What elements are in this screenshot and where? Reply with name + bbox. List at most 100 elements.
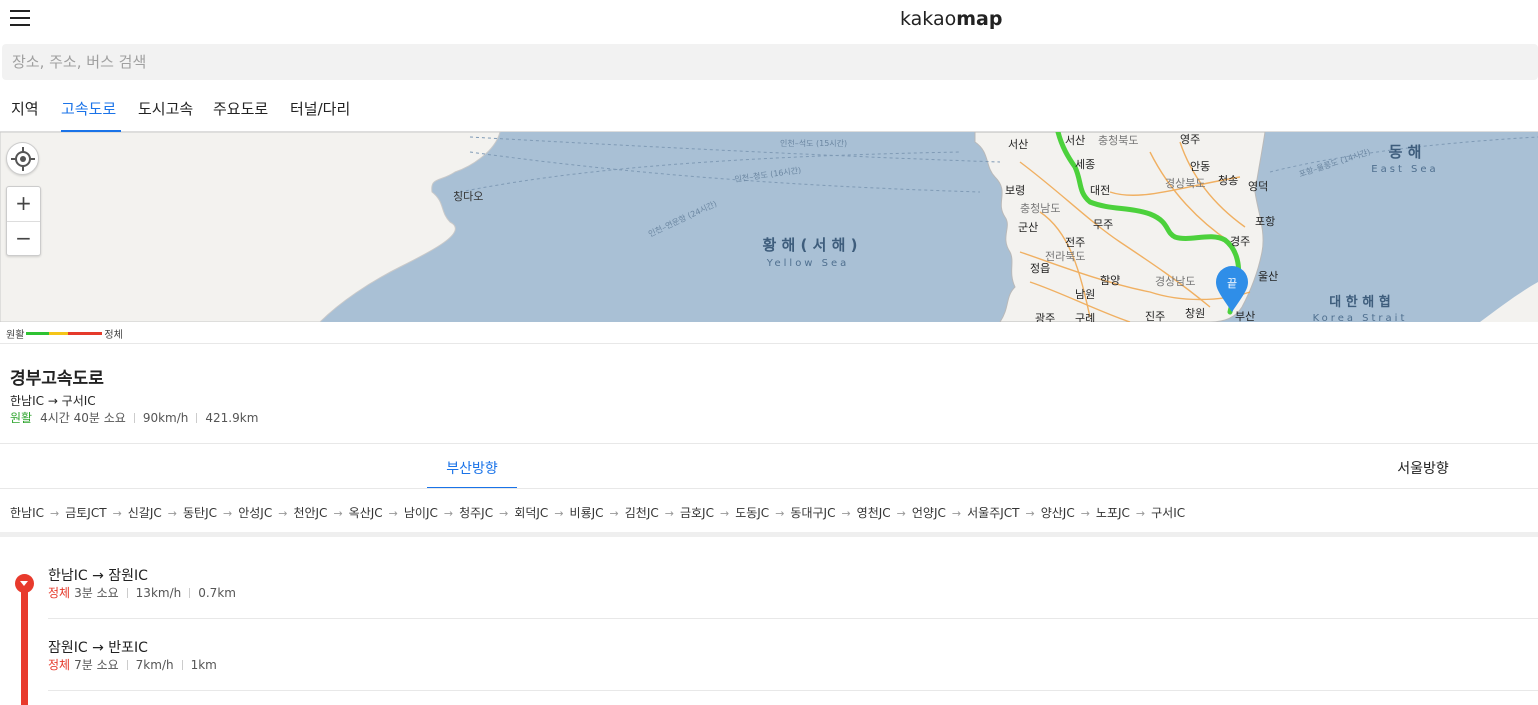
zoom-control: + − bbox=[6, 186, 41, 256]
search-input[interactable] bbox=[2, 44, 1538, 80]
zoom-out-button[interactable]: − bbox=[7, 222, 40, 256]
interchange-item[interactable]: 언양JC bbox=[912, 506, 946, 520]
city-label: 진주 bbox=[1145, 310, 1165, 322]
locate-button[interactable] bbox=[6, 142, 39, 175]
segment-title[interactable]: 한남IC → 잠원IC bbox=[48, 565, 148, 585]
interchange-item[interactable]: 노포JC bbox=[1096, 506, 1130, 520]
interchange-item[interactable]: 비룡JC bbox=[570, 506, 604, 520]
arrow-icon: → bbox=[775, 507, 785, 520]
interchange-item[interactable]: 김천JC bbox=[625, 506, 659, 520]
interchange-item[interactable]: 금호JC bbox=[680, 506, 714, 520]
interchange-item[interactable]: 동대구JC bbox=[790, 506, 835, 520]
city-label: 충청남도 bbox=[1020, 202, 1060, 215]
segment-speed: 7km/h bbox=[135, 657, 174, 672]
zoom-in-button[interactable]: + bbox=[7, 187, 40, 222]
arrow-icon: → bbox=[499, 507, 509, 520]
interchange-item[interactable]: 금토JCT bbox=[65, 506, 106, 520]
interchange-item[interactable]: 천안JC bbox=[293, 506, 327, 520]
arrow-icon: → bbox=[333, 507, 343, 520]
interchange-item[interactable]: 남이JC bbox=[404, 506, 438, 520]
city-label: 남원 bbox=[1075, 288, 1095, 301]
kakaomap-logo[interactable]: kakaomap bbox=[900, 8, 1002, 30]
map-canvas[interactable]: 끝 황 해 ( 서 해 ) Yellow Sea 동 해 East Sea 대 … bbox=[0, 132, 1538, 322]
city-label: 서산 bbox=[1008, 138, 1028, 151]
korea-strait-en-label: Korea Strait bbox=[1313, 313, 1408, 322]
congestion-line bbox=[21, 580, 28, 705]
interchange-item[interactable]: 한남IC bbox=[10, 506, 44, 520]
tab-expressway[interactable]: 고속도로 bbox=[61, 98, 121, 132]
ferry-route-label: 인천–석도 (15시간) bbox=[780, 138, 847, 148]
travel-time: 4시간 40분 소요 bbox=[40, 411, 126, 425]
arrow-icon: → bbox=[167, 507, 177, 520]
city-label: 정읍 bbox=[1030, 262, 1050, 275]
east-sea-label: 동 해 bbox=[1389, 143, 1422, 161]
locate-icon bbox=[11, 147, 35, 171]
interchange-list: 한남IC → 금토JCT → 신갈JC → 동탄JC → 안성JC → 천안JC → 옥산JC → 남이JC… bbox=[10, 504, 1185, 521]
interchange-item[interactable]: 신갈JC bbox=[128, 506, 162, 520]
arrow-icon: → bbox=[664, 507, 674, 520]
divider bbox=[48, 618, 1538, 619]
city-label: 충청북도 bbox=[1098, 134, 1138, 147]
segment-status: 정체 bbox=[48, 658, 71, 672]
traffic-legend: 원활 정체 bbox=[6, 326, 123, 341]
interchange-item[interactable]: 서울주JCT bbox=[967, 506, 1019, 520]
segment-speed: 13km/h bbox=[135, 585, 182, 600]
arrow-icon: → bbox=[1025, 507, 1035, 520]
arrow-icon: → bbox=[609, 507, 619, 520]
interchange-item[interactable]: 안성JC bbox=[238, 506, 272, 520]
tab-city-expressway[interactable]: 도시고속 bbox=[138, 98, 193, 132]
divider bbox=[0, 443, 1538, 444]
interchange-item[interactable]: 동탄JC bbox=[183, 506, 217, 520]
interchange-item[interactable]: 회덕JC bbox=[514, 506, 548, 520]
status-badge: 원활 bbox=[10, 411, 33, 425]
hamburger-icon[interactable] bbox=[10, 10, 30, 28]
interchange-item[interactable]: 양산JC bbox=[1041, 506, 1075, 520]
interchange-item[interactable]: 도동JC bbox=[735, 506, 769, 520]
arrow-icon: → bbox=[443, 507, 454, 520]
city-label: 대전 bbox=[1090, 184, 1110, 197]
ferry-route-label: 포항–울릉도 (14시간) bbox=[1298, 146, 1372, 179]
city-label: 보령 bbox=[1005, 184, 1025, 197]
segment-start-marker bbox=[15, 574, 34, 593]
city-label: 경상남도 bbox=[1155, 275, 1195, 288]
city-label: 부산 bbox=[1235, 310, 1255, 322]
tab-main-road[interactable]: 주요도로 bbox=[213, 98, 268, 132]
qingdao-label: 칭다오 bbox=[453, 190, 483, 203]
arrow-icon: → bbox=[554, 507, 564, 520]
segment-distance: 1km bbox=[190, 657, 217, 672]
city-label: 포항 bbox=[1255, 215, 1275, 228]
segment-meta: 정체 7분 소요 7km/h 1km bbox=[48, 656, 217, 673]
interchange-item[interactable]: 청주JC bbox=[459, 506, 493, 520]
segment-time: 7분 소요 bbox=[74, 658, 119, 672]
tab-tunnel-bridge[interactable]: 터널/다리 bbox=[290, 98, 350, 132]
tab-region[interactable]: 지역 bbox=[11, 98, 39, 132]
arrow-icon: → bbox=[719, 507, 730, 520]
tab-busan-direction[interactable]: 부산방향 bbox=[427, 458, 517, 489]
segment-title[interactable]: 잠원IC → 반포IC bbox=[48, 637, 148, 657]
city-label: 울산 bbox=[1258, 270, 1278, 283]
interchange-item[interactable]: 옥산JC bbox=[349, 506, 383, 520]
arrow-icon: → bbox=[896, 507, 906, 520]
road-section: 한남IC → 구서IC bbox=[10, 394, 96, 408]
arrow-icon: → bbox=[50, 507, 60, 520]
arrow-icon: → bbox=[388, 507, 398, 520]
city-label: 영덕 bbox=[1248, 180, 1268, 193]
yellow-sea-en-label: Yellow Sea bbox=[766, 258, 850, 269]
interchange-item[interactable]: 영천JC bbox=[857, 506, 891, 520]
legend-smooth-label: 원활 bbox=[6, 330, 25, 341]
tab-seoul-direction[interactable]: 서울방향 bbox=[1378, 458, 1468, 489]
divider bbox=[0, 343, 1538, 344]
city-label: 청송 bbox=[1218, 174, 1238, 187]
arrow-icon: → bbox=[223, 507, 233, 520]
traffic-map[interactable]: 끝 황 해 ( 서 해 ) Yellow Sea 동 해 East Sea 대 … bbox=[0, 132, 1538, 322]
arrow-icon: → bbox=[1135, 507, 1146, 520]
city-label: 함양 bbox=[1100, 274, 1120, 287]
yellow-sea-label: 황 해 ( 서 해 ) bbox=[762, 236, 857, 254]
city-label: 창원 bbox=[1185, 307, 1205, 320]
interchange-item[interactable]: 구서IC bbox=[1151, 506, 1185, 520]
divider bbox=[0, 488, 1538, 489]
road-distance: 421.9km bbox=[205, 410, 259, 425]
city-label: 안동 bbox=[1190, 160, 1210, 173]
segment-time: 3분 소요 bbox=[74, 586, 119, 600]
city-label: 무주 bbox=[1093, 218, 1113, 231]
